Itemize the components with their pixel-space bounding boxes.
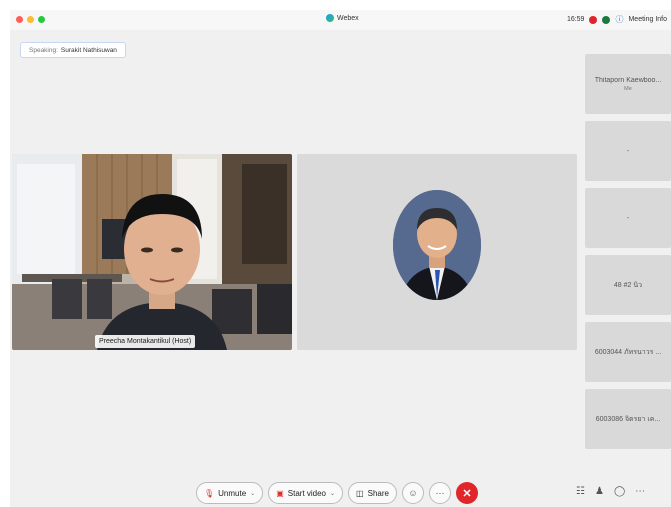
participant-tile[interactable]: - (585, 121, 671, 181)
video-off-icon: ▣ (276, 488, 284, 498)
participant-tile[interactable]: Thitaporn Kaewboo... Me (585, 54, 671, 114)
window-controls (16, 16, 45, 23)
participant-name: 6003086 จิตรยา เค... (595, 415, 661, 423)
participant-name: 6003044 ภัทรนาวร ... (594, 348, 662, 356)
apps-icon[interactable]: ☷ (576, 486, 585, 497)
host-name-label: Preecha Montakantikul (Host) (95, 335, 196, 348)
recording-icon[interactable] (589, 15, 598, 24)
reactions-button[interactable]: ☺ (401, 482, 424, 504)
share-screen-icon: ◫ (356, 488, 364, 498)
participant-name: - (626, 147, 630, 155)
title-bar: Webex 16:59 ⓘ Meeting Info (10, 10, 671, 30)
avatar-photo (393, 190, 481, 300)
participant-name: 48 #2 นิว (613, 281, 643, 289)
share-label: Share (367, 488, 389, 498)
right-toolbar: ☷ ♟ ◯ ⋯ (576, 486, 645, 497)
end-call-button[interactable]: ✕ (455, 482, 478, 504)
start-video-button[interactable]: ▣ Start video ⌄ (268, 482, 344, 504)
info-icon[interactable]: ⓘ (615, 14, 623, 25)
minimize-window-button[interactable] (27, 16, 34, 23)
close-icon: ✕ (462, 487, 472, 500)
speaking-label: Speaking: (29, 46, 58, 54)
clock: 16:59 (566, 16, 585, 23)
more-icon[interactable]: ⋯ (635, 486, 645, 497)
unmute-label: Unmute (218, 488, 247, 498)
participant-sidebar: Thitaporn Kaewboo... Me - - 48 #2 นิว 60… (585, 54, 671, 456)
speaking-indicator: Speaking: Surakit Nathisuwan (20, 42, 126, 58)
smiley-icon: ☺ (408, 488, 418, 498)
participant-sub: Me (624, 85, 632, 92)
participant-tile[interactable]: 6003086 จิตรยา เค... (585, 389, 671, 449)
meeting-toolbar: 🎙 Unmute ⌄ ▣ Start video ⌄ ◫ Share ☺ ⋯ ✕ (196, 482, 478, 504)
chevron-down-icon[interactable]: ⌄ (330, 490, 335, 497)
maximize-window-button[interactable] (38, 16, 45, 23)
webex-logo-icon (326, 14, 334, 22)
participant-tile[interactable]: - (585, 188, 671, 248)
host-video-tile[interactable]: Preecha Montakantikul (Host) (12, 154, 292, 350)
meeting-info-link[interactable]: Meeting Info (628, 16, 667, 23)
share-button[interactable]: ◫ Share (348, 482, 397, 504)
participant-avatar-tile[interactable] (297, 154, 577, 350)
participant-name: Thitaporn Kaewboo... (594, 76, 662, 84)
chat-icon[interactable]: ◯ (614, 486, 625, 497)
participant-tile[interactable]: 48 #2 นิว (585, 255, 671, 315)
start-video-label: Start video (287, 488, 327, 498)
participant-tile[interactable]: 6003044 ภัทรนาวร ... (585, 322, 671, 382)
unmute-button[interactable]: 🎙 Unmute ⌄ (196, 482, 264, 504)
ellipsis-icon: ⋯ (435, 487, 445, 498)
security-shield-icon[interactable] (602, 15, 611, 24)
status-area: 16:59 ⓘ Meeting Info (567, 14, 667, 25)
muted-mic-icon: 🎙 (204, 488, 215, 498)
close-window-button[interactable] (16, 16, 23, 23)
participant-name: - (626, 214, 630, 222)
speaking-name: Surakit Nathisuwan (60, 46, 117, 54)
participants-icon[interactable]: ♟ (595, 486, 604, 497)
chevron-down-icon[interactable]: ⌄ (250, 490, 255, 497)
host-video-feed (12, 154, 292, 350)
avatar (393, 190, 481, 300)
app-title: Webex (326, 14, 359, 22)
app-title-text: Webex (337, 14, 359, 22)
webex-window: Webex 16:59 ⓘ Meeting Info Speaking: Sur… (10, 10, 671, 507)
more-options-button[interactable]: ⋯ (428, 482, 451, 504)
